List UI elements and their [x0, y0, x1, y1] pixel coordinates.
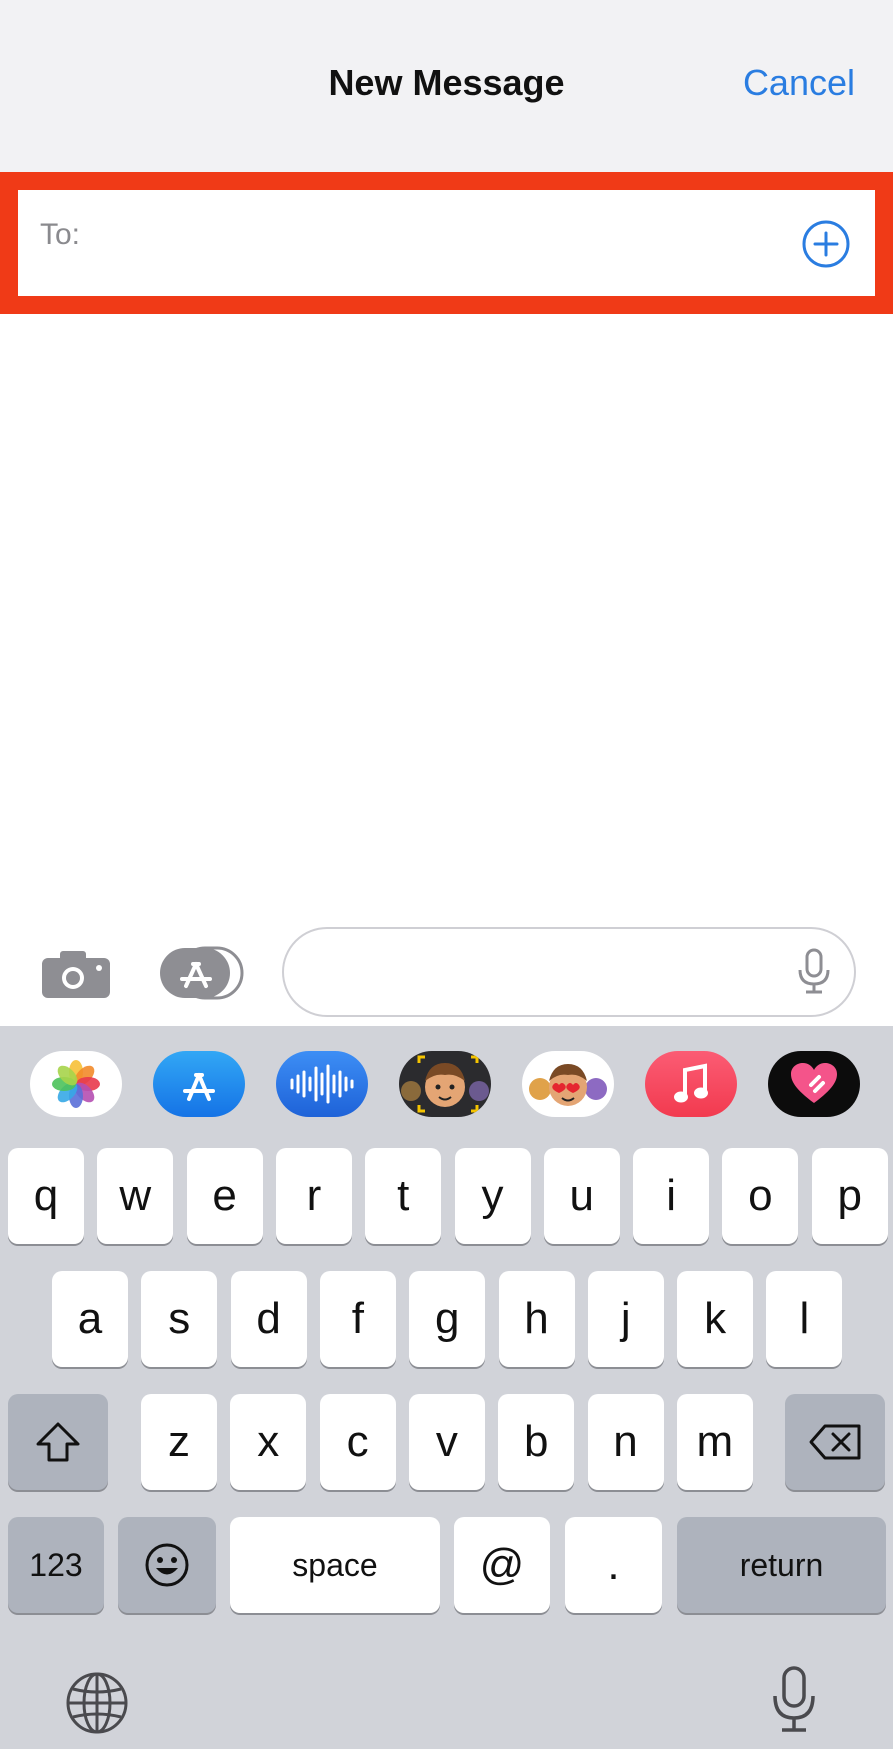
- memoji-stickers-icon: [529, 1064, 607, 1106]
- camera-icon[interactable]: [40, 948, 112, 1000]
- backspace-key[interactable]: [785, 1394, 885, 1490]
- digital-touch-app-icon[interactable]: [768, 1051, 860, 1117]
- dictation-icon[interactable]: [770, 1664, 818, 1734]
- key-e[interactable]: e: [186, 1148, 263, 1244]
- key-d[interactable]: d: [230, 1271, 307, 1367]
- globe-icon[interactable]: [64, 1670, 130, 1736]
- key-z[interactable]: z: [141, 1394, 217, 1490]
- key-k[interactable]: k: [677, 1271, 754, 1367]
- memoji-app-icon[interactable]: [399, 1051, 491, 1117]
- period-key[interactable]: .: [565, 1517, 662, 1613]
- key-o[interactable]: o: [722, 1148, 799, 1244]
- photos-icon: [52, 1060, 100, 1108]
- key-s[interactable]: s: [141, 1271, 218, 1367]
- key-b[interactable]: b: [498, 1394, 575, 1490]
- app-store-icon: [183, 1073, 215, 1101]
- key-w[interactable]: w: [97, 1148, 174, 1244]
- app-store-app-icon[interactable]: [153, 1051, 245, 1117]
- space-key[interactable]: space: [230, 1517, 440, 1613]
- key-v[interactable]: v: [408, 1394, 485, 1490]
- key-u[interactable]: u: [543, 1148, 620, 1244]
- memoji-stickers-app-icon[interactable]: [522, 1051, 614, 1117]
- music-note-icon: [674, 1063, 708, 1103]
- at-key[interactable]: @: [454, 1517, 550, 1613]
- return-key[interactable]: return: [677, 1517, 886, 1613]
- shift-key[interactable]: [8, 1394, 108, 1490]
- key-m[interactable]: m: [676, 1394, 753, 1490]
- key-g[interactable]: g: [409, 1271, 486, 1367]
- key-x[interactable]: x: [230, 1394, 307, 1490]
- key-c[interactable]: c: [319, 1394, 396, 1490]
- key-q[interactable]: q: [8, 1148, 84, 1244]
- audio-message-app-icon[interactable]: [276, 1051, 368, 1117]
- photos-app-icon[interactable]: [30, 1051, 122, 1117]
- key-n[interactable]: n: [587, 1394, 664, 1490]
- key-h[interactable]: h: [498, 1271, 575, 1367]
- key-a[interactable]: a: [52, 1271, 128, 1367]
- message-input[interactable]: [282, 927, 856, 1017]
- cancel-button[interactable]: Cancel: [743, 62, 855, 104]
- key-f[interactable]: f: [319, 1271, 396, 1367]
- backspace-icon: [809, 1424, 861, 1460]
- key-j[interactable]: j: [587, 1271, 664, 1367]
- recipient-label: To:: [40, 218, 81, 251]
- key-y[interactable]: y: [454, 1148, 531, 1244]
- key-r[interactable]: r: [275, 1148, 352, 1244]
- heart-icon: [791, 1063, 837, 1103]
- shift-icon: [36, 1422, 80, 1462]
- waveform-icon: [290, 1064, 354, 1104]
- recipient-field[interactable]: [0, 172, 893, 314]
- key-t[interactable]: t: [365, 1148, 442, 1244]
- emoji-key[interactable]: [118, 1517, 216, 1613]
- key-i[interactable]: i: [633, 1148, 710, 1244]
- plus-circle-icon[interactable]: [800, 218, 852, 270]
- key-p[interactable]: p: [811, 1148, 888, 1244]
- emoji-icon: [145, 1543, 189, 1587]
- memoji-icon: [401, 1055, 489, 1113]
- numbers-key[interactable]: 123: [8, 1517, 104, 1613]
- microphone-icon[interactable]: [796, 948, 832, 994]
- music-app-icon[interactable]: [645, 1051, 737, 1117]
- key-l[interactable]: l: [766, 1271, 843, 1367]
- app-store-icon[interactable]: [158, 944, 244, 1002]
